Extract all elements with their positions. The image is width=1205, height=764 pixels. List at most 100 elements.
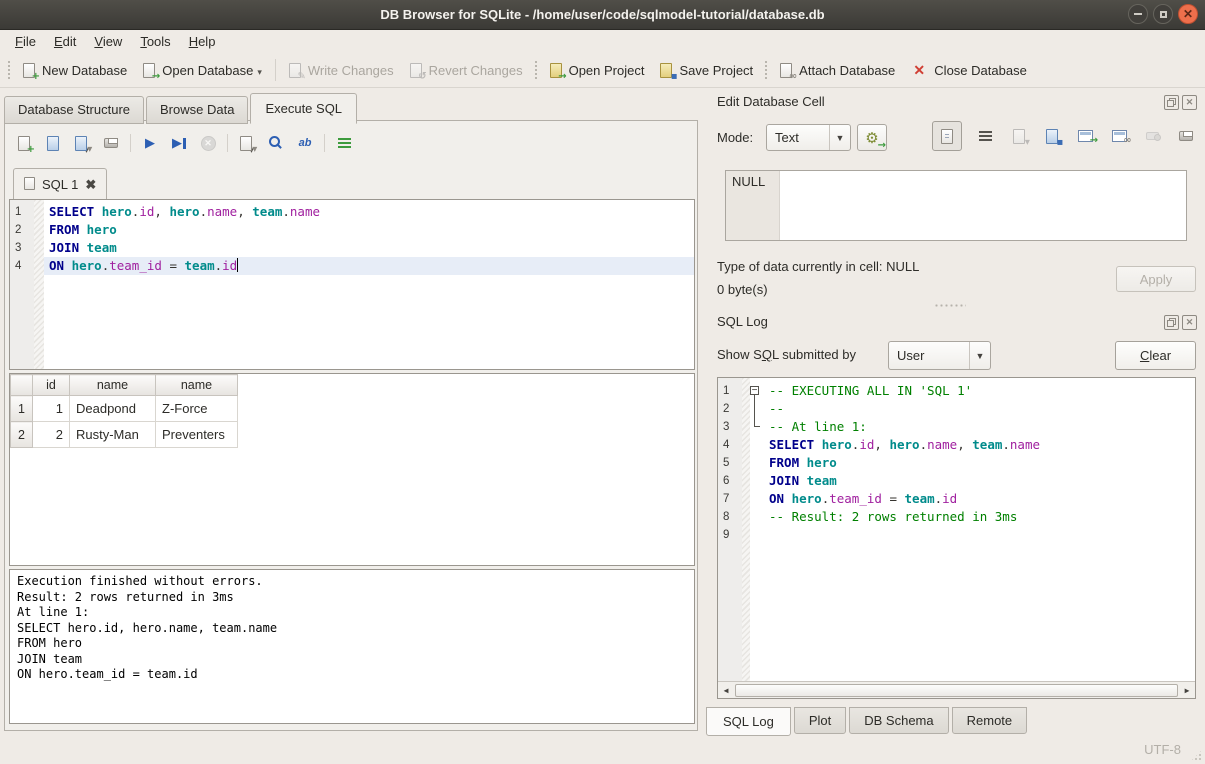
row-header[interactable]: 1 (11, 396, 33, 422)
sql-subtab[interactable]: SQL 1 ✖ (13, 168, 107, 200)
sql-toolbar: + ▾▾ ▾▾ (11, 130, 357, 156)
column-header-name-1[interactable]: name (70, 375, 156, 396)
horizontal-scrollbar[interactable]: ◀ ▶ (718, 681, 1195, 698)
toolbar-button-open-project[interactable]: →Open Project (542, 59, 653, 82)
bottom-tab-sql-log[interactable]: SQL Log (706, 707, 791, 736)
set-null-icon (1146, 132, 1159, 140)
sql-editor[interactable]: 1SELECT hero.id, hero.name, team.name2FR… (9, 199, 695, 370)
row-header[interactable]: 2 (11, 422, 33, 448)
sql-log-filter-combo[interactable]: User ▼ (888, 341, 991, 370)
save-as-button[interactable]: ▪ (1042, 125, 1062, 147)
dock-float-icon[interactable] (1164, 315, 1179, 330)
cell[interactable]: 2 (33, 422, 70, 448)
right-panel: Edit Database Cell Mode: Text ▼ → ▾▪→∞ N… (704, 89, 1205, 735)
scroll-right-icon[interactable]: ▶ (1179, 686, 1195, 695)
cell[interactable]: 1 (33, 396, 70, 422)
main-tabs: Database StructureBrowse DataExecute SQL (4, 92, 359, 123)
stop-button[interactable] (195, 130, 221, 156)
close-button-icon[interactable]: ✕ (1178, 4, 1198, 24)
line-number: 8 (718, 508, 742, 526)
set-null-button[interactable] (1143, 125, 1163, 147)
open-project-icon: → (550, 63, 562, 78)
print-button[interactable] (1176, 125, 1196, 147)
new-tab-button[interactable]: + (11, 130, 37, 156)
import-settings-button[interactable]: → (857, 124, 887, 151)
fold-margin (750, 508, 764, 526)
cell[interactable]: Rusty-Man (70, 422, 156, 448)
dock-float-icon[interactable] (1164, 95, 1179, 110)
tab-database-structure[interactable]: Database Structure (4, 96, 144, 124)
execute-icon (142, 135, 158, 151)
scroll-left-icon[interactable]: ◀ (718, 686, 734, 695)
word-wrap-button[interactable] (975, 125, 995, 147)
subtab-close-icon[interactable]: ✖ (85, 178, 96, 191)
bottom-tab-db-schema[interactable]: DB Schema (849, 707, 948, 734)
maximize-button-icon[interactable] (1153, 4, 1173, 24)
toolbar-button-new-database[interactable]: +New Database (15, 59, 135, 82)
corner-header (11, 375, 33, 396)
cell-value-area[interactable] (780, 171, 1186, 240)
fold-marker-icon[interactable] (750, 382, 764, 400)
menu-view[interactable]: View (85, 32, 131, 51)
scrollbar-thumb[interactable] (735, 684, 1178, 697)
mode-combo[interactable]: Text ▼ (766, 124, 851, 151)
tab-execute-sql[interactable]: Execute SQL (250, 93, 357, 124)
format-text-button[interactable] (331, 130, 357, 156)
cell[interactable]: Z-Force (156, 396, 238, 422)
table-row[interactable]: 22Rusty-ManPreventers (11, 422, 238, 448)
menu-help[interactable]: Help (180, 32, 225, 51)
code-line-9: 9 (718, 526, 1195, 544)
toolbar-button-save-project[interactable]: ▪Save Project (652, 59, 761, 82)
bottom-tab-remote[interactable]: Remote (952, 707, 1028, 734)
cell[interactable]: Preventers (156, 422, 238, 448)
dock-close-icon[interactable] (1182, 95, 1197, 110)
toolbar-button-revert-changes[interactable]: ↺Revert Changes (402, 59, 531, 82)
code-line-7: 7ON hero.team_id = team.id (718, 490, 1195, 508)
results-grid[interactable]: idnamename11DeadpondZ-Force22Rusty-ManPr… (9, 373, 695, 566)
dropdown-caret-icon[interactable]: ▾ (257, 67, 262, 78)
open-sql-button[interactable] (40, 130, 66, 156)
text-mode-button[interactable] (932, 121, 962, 151)
import-data-button[interactable]: ▾ (1009, 125, 1029, 147)
tab-browse-data[interactable]: Browse Data (146, 96, 248, 124)
toolbar-button-label: Save Project (679, 63, 753, 78)
splitter-handle[interactable] (934, 303, 966, 308)
toolbar-button-attach-database[interactable]: ∞Attach Database (772, 59, 903, 82)
cell-size-info: 0 byte(s) (717, 282, 768, 297)
printable-chars-button[interactable] (292, 130, 318, 156)
export-data-button[interactable]: → (1076, 125, 1096, 147)
fold-marker-icon[interactable] (750, 400, 764, 418)
menu-edit[interactable]: Edit (45, 32, 85, 51)
toolbar-button-open-database[interactable]: →Open Database▾ (135, 59, 270, 82)
clear-button[interactable]: Clear (1115, 341, 1196, 370)
column-header-name-2[interactable]: name (156, 375, 238, 396)
resize-grip-icon[interactable] (1190, 749, 1203, 762)
apply-button[interactable]: Apply (1116, 266, 1196, 292)
minimize-button-icon[interactable] (1128, 4, 1148, 24)
bottom-tab-plot[interactable]: Plot (794, 707, 846, 734)
dock-close-icon[interactable] (1182, 315, 1197, 330)
execute-line-button[interactable] (166, 130, 192, 156)
fold-marker-icon[interactable] (750, 418, 764, 436)
toolbar-separator (130, 134, 131, 152)
toolbar-button-write-changes[interactable]: ✎Write Changes (281, 59, 402, 82)
cell-value-editor[interactable]: NULL (725, 170, 1187, 241)
save-sql-icon: ▾ (75, 136, 87, 151)
table-row[interactable]: 11DeadpondZ-Force (11, 396, 238, 422)
link-button[interactable]: ∞ (1109, 125, 1129, 147)
menu-tools[interactable]: Tools (131, 32, 179, 51)
toolbar-button-close-database[interactable]: Close Database (903, 58, 1035, 82)
save-results-button[interactable]: ▾▾ (234, 130, 260, 156)
sql-file-icon-slot (24, 177, 35, 193)
cell[interactable]: Deadpond (70, 396, 156, 422)
toolbar-handle (534, 60, 539, 80)
code-line-8: 8-- Result: 2 rows returned in 3ms (718, 508, 1195, 526)
export-data-icon: → (1078, 130, 1093, 142)
print-button[interactable] (98, 130, 124, 156)
menu-file[interactable]: File (6, 32, 45, 51)
execute-button[interactable] (137, 130, 163, 156)
sql-log-view[interactable]: 1-- EXECUTING ALL IN 'SQL 1'2--3-- At li… (717, 377, 1196, 699)
column-header-id-0[interactable]: id (33, 375, 70, 396)
find-button[interactable] (263, 130, 289, 156)
save-sql-button[interactable]: ▾▾ (69, 130, 95, 156)
